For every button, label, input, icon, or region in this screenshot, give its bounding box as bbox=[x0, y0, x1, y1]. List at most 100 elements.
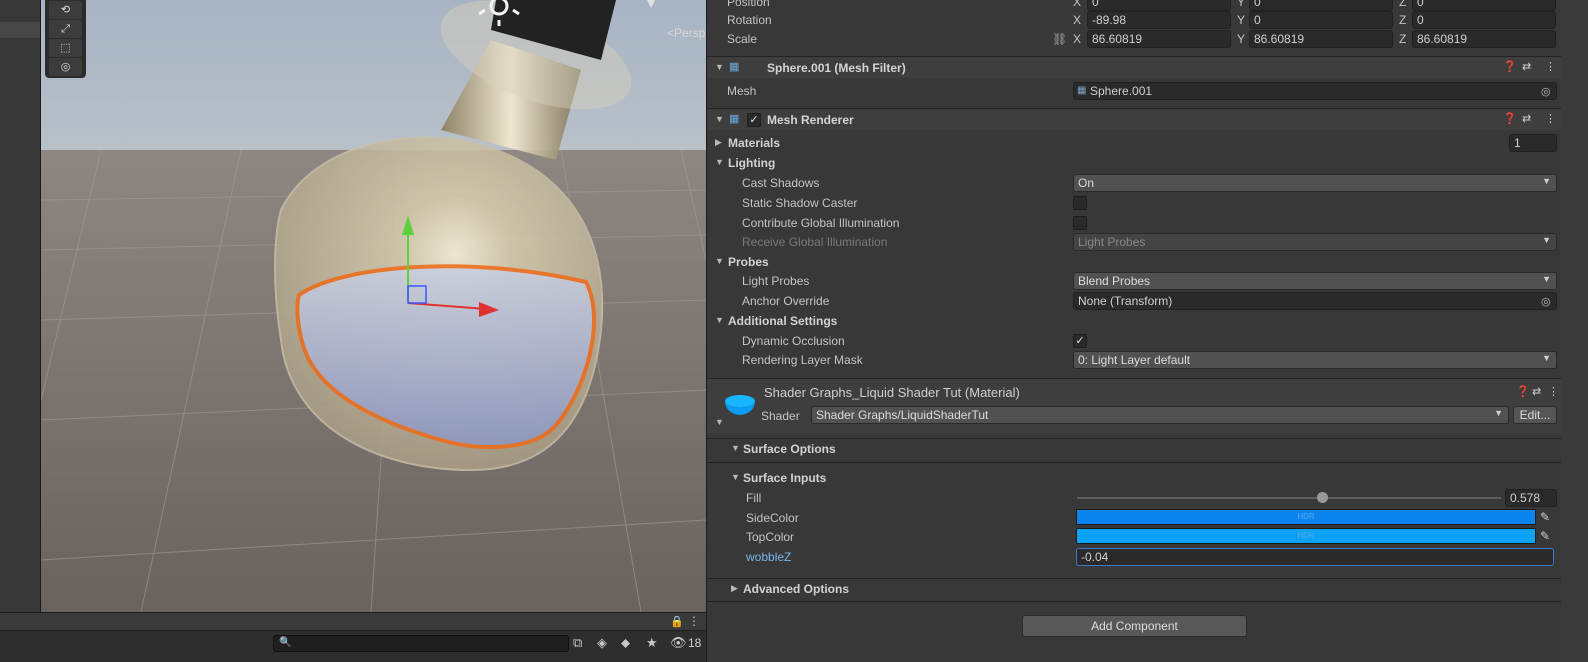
search-by-type-icon[interactable]: ⧉ bbox=[573, 635, 582, 651]
component-menu-icon[interactable]: ⋮ bbox=[1548, 385, 1559, 398]
add-component-button[interactable]: Add Component bbox=[1022, 615, 1247, 637]
object-picker-target-icon[interactable]: ◎ bbox=[1541, 295, 1551, 308]
rendering-layer-mask-dropdown[interactable]: 0: Light Layer default ▼ bbox=[1073, 351, 1557, 369]
lighting-row[interactable]: ▼ Lighting bbox=[707, 153, 1561, 173]
fill-slider-thumb[interactable] bbox=[1317, 492, 1329, 503]
wobble-row: wobbleZ -0.04 bbox=[707, 547, 1561, 567]
materials-row[interactable]: ▶ Materials 1 bbox=[707, 133, 1561, 153]
rotation-z-field[interactable]: 0 bbox=[1412, 11, 1556, 29]
mesh-renderer-title: Mesh Renderer bbox=[767, 113, 854, 127]
materials-label: Materials bbox=[728, 136, 781, 150]
x-axis-label: X bbox=[1073, 32, 1082, 46]
preset-icon[interactable]: ⇄ bbox=[1522, 60, 1531, 73]
anchor-override-field[interactable]: None (Transform) bbox=[1073, 292, 1557, 310]
receive-gi-dropdown: Light Probes ▼ bbox=[1073, 233, 1557, 251]
foldout-expanded-icon[interactable]: ▼ bbox=[715, 114, 724, 124]
foldout-expanded-icon[interactable]: ▼ bbox=[715, 315, 724, 325]
scale-y-field[interactable]: 86.60819 bbox=[1249, 30, 1393, 48]
help-icon[interactable]: ❓ bbox=[1503, 112, 1517, 125]
chevron-down-icon: ▼ bbox=[1494, 408, 1503, 418]
hierarchy-selected-row[interactable] bbox=[0, 22, 40, 38]
chevron-down-icon: ▼ bbox=[1542, 176, 1551, 186]
materials-count-field[interactable]: 1 bbox=[1509, 134, 1557, 152]
mesh-renderer-header[interactable]: ▼ ▦ ✓ Mesh Renderer ❓ ⇄ ⋮ bbox=[707, 108, 1561, 130]
chevron-down-icon: ▼ bbox=[1542, 235, 1551, 245]
contribute-gi-checkbox[interactable] bbox=[1073, 216, 1087, 230]
light-probes-dropdown[interactable]: Blend Probes ▼ bbox=[1073, 272, 1557, 290]
z-axis-label: Z bbox=[1399, 32, 1407, 46]
fill-slider-track[interactable] bbox=[1077, 497, 1501, 499]
hidden-packages-eye-icon[interactable]: 👁 bbox=[670, 635, 687, 651]
help-icon[interactable]: ❓ bbox=[1503, 60, 1517, 73]
foldout-expanded-icon[interactable]: ▼ bbox=[715, 256, 724, 266]
lock-icon[interactable]: 🔒 bbox=[670, 615, 684, 628]
preset-icon[interactable]: ⇄ bbox=[1532, 385, 1541, 398]
fill-row: Fill 0.578 bbox=[707, 488, 1561, 508]
additional-settings-row[interactable]: ▼ Additional Settings bbox=[707, 311, 1561, 331]
transform-tool-button[interactable]: ◎ bbox=[49, 58, 82, 76]
scale-tool-button[interactable]: ⤢ bbox=[49, 20, 82, 38]
scene-tool-palette: ⟲ ⤢ ⬚ ◎ bbox=[45, 0, 86, 78]
cast-shadows-dropdown[interactable]: On ▼ bbox=[1073, 174, 1557, 192]
more-menu-icon[interactable]: ⋮ bbox=[688, 614, 700, 628]
dynamic-occlusion-row: Dynamic Occlusion ✓ bbox=[707, 331, 1561, 351]
rect-tool-button[interactable]: ⬚ bbox=[49, 39, 82, 57]
mesh-object-field[interactable]: Sphere.001 bbox=[1073, 82, 1557, 100]
static-shadow-caster-label: Static Shadow Caster bbox=[742, 196, 858, 210]
foldout-expanded-icon[interactable]: ▼ bbox=[715, 62, 724, 72]
project-panel-tabbar: 🔒 ⋮ bbox=[0, 613, 706, 631]
mesh-filter-header[interactable]: ▼ ▦ Sphere.001 (Mesh Filter) ❓ ⇄ ⋮ bbox=[707, 56, 1561, 78]
component-menu-icon[interactable]: ⋮ bbox=[1545, 60, 1556, 73]
top-color-swatch[interactable]: HDR bbox=[1076, 528, 1536, 544]
foldout-expanded-icon[interactable]: ▼ bbox=[731, 472, 740, 482]
filter-by-type-icon[interactable]: ◈ bbox=[597, 635, 607, 651]
rotation-y-field[interactable]: 0 bbox=[1249, 11, 1393, 29]
eyedropper-icon[interactable]: ✎ bbox=[1540, 510, 1550, 524]
eyedropper-icon[interactable]: ✎ bbox=[1540, 529, 1550, 543]
probes-label: Probes bbox=[728, 255, 769, 269]
project-search-box[interactable]: 🔍 bbox=[273, 635, 569, 652]
favorites-star-icon[interactable]: ★ bbox=[646, 635, 658, 651]
static-shadow-caster-checkbox[interactable] bbox=[1073, 196, 1087, 210]
object-picker-target-icon[interactable]: ◎ bbox=[1541, 85, 1551, 98]
foldout-expanded-icon[interactable]: ▼ bbox=[715, 157, 724, 167]
shader-dropdown[interactable]: Shader Graphs/LiquidShaderTut ▼ bbox=[811, 406, 1509, 424]
foldout-expanded-icon[interactable]: ▼ bbox=[715, 417, 724, 427]
rotate-tool-button[interactable]: ⟲ bbox=[49, 1, 82, 19]
project-panel-toolbar: 🔒 ⋮ 🔍 ⧉ ◈ ⬥ ★ 👁 18 bbox=[0, 612, 706, 662]
probes-row[interactable]: ▼ Probes bbox=[707, 252, 1561, 272]
shader-edit-button[interactable]: Edit... bbox=[1513, 406, 1557, 424]
foldout-collapsed-icon[interactable]: ▶ bbox=[715, 137, 722, 148]
component-menu-icon[interactable]: ⋮ bbox=[1545, 112, 1556, 125]
scale-x-field[interactable]: 86.60819 bbox=[1087, 30, 1231, 48]
mesh-renderer-icon: ▦ bbox=[729, 113, 740, 125]
preset-icon[interactable]: ⇄ bbox=[1522, 112, 1531, 125]
dynamic-occlusion-checkbox[interactable]: ✓ bbox=[1073, 334, 1087, 348]
cast-shadows-label: Cast Shadows bbox=[742, 176, 820, 190]
material-header[interactable]: ▼ Shader Graphs_Liquid Shader Tut (Mater… bbox=[707, 378, 1561, 433]
constrain-proportions-link-icon[interactable]: ⛓ bbox=[1052, 32, 1067, 46]
side-color-swatch[interactable]: HDR bbox=[1076, 509, 1536, 525]
help-icon[interactable]: ❓ bbox=[1516, 385, 1530, 398]
top-color-row: TopColor HDR ✎ bbox=[707, 527, 1561, 547]
fill-value-field[interactable]: 0.578 bbox=[1505, 489, 1557, 507]
scale-z-field[interactable]: 86.60819 bbox=[1412, 30, 1556, 48]
dynamic-occlusion-label: Dynamic Occlusion bbox=[742, 334, 845, 348]
inspector-scrollbar[interactable] bbox=[1561, 0, 1588, 662]
surface-inputs-row[interactable]: ▼ Surface Inputs bbox=[707, 468, 1561, 488]
project-search-input[interactable] bbox=[292, 636, 562, 651]
x-axis-label: X bbox=[1073, 13, 1082, 27]
persp-view-label[interactable]: <Persp bbox=[667, 26, 705, 40]
scene-view[interactable]: <Persp bbox=[41, 0, 706, 612]
mesh-filter-title: Sphere.001 (Mesh Filter) bbox=[767, 61, 906, 75]
rotation-x-field[interactable]: -89.98 bbox=[1087, 11, 1231, 29]
inspector-panel: Position X 0 Y 0 Z 0 Rotation X -89.98 Y… bbox=[706, 0, 1588, 662]
foldout-expanded-icon[interactable]: ▼ bbox=[731, 443, 740, 453]
wobble-z-field[interactable]: -0.04 bbox=[1076, 548, 1554, 566]
receive-gi-value: Light Probes bbox=[1078, 235, 1146, 249]
filter-by-label-icon[interactable]: ⬥ bbox=[621, 635, 630, 651]
foldout-collapsed-icon[interactable]: ▶ bbox=[731, 583, 738, 594]
advanced-options-row[interactable]: ▶ Advanced Options bbox=[707, 579, 1561, 599]
surface-options-row[interactable]: ▼ Surface Options bbox=[707, 439, 1561, 459]
mesh-renderer-enabled-checkbox[interactable]: ✓ bbox=[747, 113, 761, 127]
